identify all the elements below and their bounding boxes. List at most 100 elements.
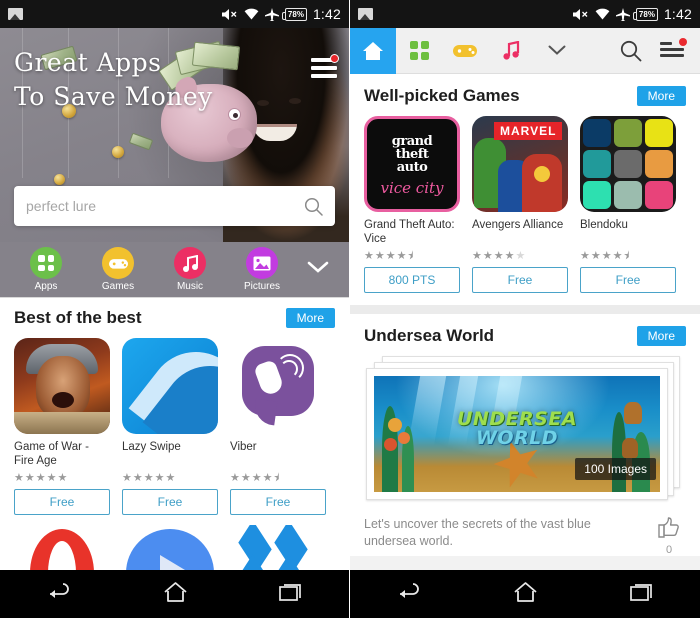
category-pictures[interactable]: Pictures bbox=[226, 247, 298, 292]
app-card-lazy-swipe[interactable]: Lazy Swipe ★★★★★ Free bbox=[122, 338, 218, 515]
blendoku-cell bbox=[645, 181, 673, 209]
category-music[interactable]: Music bbox=[154, 247, 226, 292]
volume-mute-icon bbox=[221, 8, 237, 20]
recent-apps-icon[interactable] bbox=[630, 582, 654, 607]
home-icon[interactable] bbox=[163, 581, 188, 608]
grid-apps-icon bbox=[30, 247, 62, 279]
section-header: Undersea World More bbox=[364, 326, 686, 346]
game-card-avengers[interactable]: MARVEL Avengers Alliance ★★★★★ Free bbox=[472, 116, 568, 293]
section-title: Well-picked Games bbox=[364, 86, 520, 105]
dual-screenshot-container: 78% 1:42 Great Apps To Save Money perfec… bbox=[0, 0, 700, 618]
section-header: Well-picked Games More bbox=[364, 86, 686, 106]
game-of-war-icon bbox=[14, 338, 110, 434]
install-button[interactable]: Free bbox=[230, 489, 326, 515]
app-card-viber[interactable]: Viber ★★★★⯨ Free bbox=[230, 338, 326, 515]
rating-stars: ★★★★⯨ bbox=[364, 250, 415, 262]
music-note-icon bbox=[174, 247, 206, 279]
back-arrow-icon[interactable] bbox=[396, 582, 422, 607]
install-button[interactable]: 800 PTS bbox=[364, 267, 460, 293]
search-icon bbox=[620, 40, 642, 61]
install-button[interactable]: Free bbox=[122, 489, 218, 515]
home-icon bbox=[363, 41, 383, 60]
back-arrow-icon[interactable] bbox=[46, 582, 72, 607]
category-strip: Apps Games Music Pictures bbox=[0, 242, 349, 298]
rating-stars: ★★★★⯨ bbox=[580, 250, 631, 262]
chevron-down-icon[interactable] bbox=[307, 261, 329, 279]
hamburger-menu-icon[interactable] bbox=[311, 54, 339, 78]
game-name: Avengers Alliance bbox=[472, 219, 564, 231]
section-header: Best of the best More bbox=[14, 308, 335, 328]
category-apps[interactable]: Apps bbox=[10, 247, 82, 292]
gamepad-icon bbox=[102, 247, 134, 279]
status-bar-system-icons: 78% 1:42 bbox=[221, 6, 341, 22]
section-title: Undersea World bbox=[364, 326, 495, 345]
search-icon[interactable] bbox=[304, 197, 323, 216]
status-bar-notifications bbox=[8, 8, 23, 20]
install-button[interactable]: Free bbox=[472, 267, 568, 293]
avengers-alliance-icon: MARVEL bbox=[472, 116, 568, 212]
undersea-title-line2: WORLD bbox=[475, 427, 559, 449]
left-phone-screen: 78% 1:42 Great Apps To Save Money perfec… bbox=[0, 0, 350, 618]
music-note-icon bbox=[502, 41, 519, 60]
game-name: Grand Theft Auto: Vice bbox=[364, 219, 455, 245]
search-bar[interactable] bbox=[14, 186, 335, 226]
viber-icon bbox=[230, 338, 326, 434]
wifi-icon bbox=[244, 8, 259, 20]
app-name: Viber bbox=[230, 441, 257, 453]
game-card-blendoku[interactable]: Blendoku ★★★★⯨ Free bbox=[580, 116, 676, 293]
notification-dot bbox=[679, 37, 687, 46]
tab-music[interactable] bbox=[488, 28, 534, 74]
undersea-world-section: Undersea World More UNDERSEA WORLD 100 I… bbox=[350, 314, 700, 506]
hamburger-menu-icon[interactable] bbox=[660, 37, 687, 60]
undersea-description: Let's uncover the secrets of the vast bl… bbox=[364, 517, 591, 548]
like-count: 0 bbox=[665, 544, 673, 556]
more-button[interactable]: More bbox=[285, 308, 335, 328]
rating-stars: ★★★★★ bbox=[14, 472, 69, 484]
well-picked-games-section: Well-picked Games More grand theft auto … bbox=[350, 74, 700, 305]
app-card-game-of-war[interactable]: Game of War - Fire Age ★★★★★ Free bbox=[14, 338, 110, 515]
grid-apps-icon bbox=[409, 41, 429, 60]
banner-title-line1: Great Apps bbox=[14, 48, 162, 77]
coin-decoration bbox=[54, 174, 65, 185]
more-button[interactable]: More bbox=[636, 326, 686, 346]
blendoku-cell bbox=[583, 150, 611, 178]
blendoku-cell bbox=[645, 119, 673, 147]
category-label: Apps bbox=[34, 281, 58, 292]
clock: 1:42 bbox=[663, 6, 692, 22]
search-button[interactable] bbox=[608, 28, 654, 74]
undersea-image-title: UNDERSEA WORLD bbox=[374, 410, 660, 448]
tab-games[interactable] bbox=[442, 28, 488, 74]
install-button[interactable]: Free bbox=[14, 489, 110, 515]
like-button[interactable]: 0 bbox=[652, 516, 686, 556]
category-label: Games bbox=[101, 281, 135, 292]
install-button[interactable]: Free bbox=[580, 267, 676, 293]
category-games[interactable]: Games bbox=[82, 247, 154, 292]
undersea-footer: Let's uncover the secrets of the vast bl… bbox=[350, 506, 700, 556]
tab-more[interactable] bbox=[534, 28, 580, 74]
coin-decoration bbox=[112, 146, 124, 158]
lazy-swipe-icon bbox=[122, 338, 218, 434]
more-button[interactable]: More bbox=[636, 86, 686, 106]
app-row: Game of War - Fire Age ★★★★★ Free Lazy S… bbox=[14, 338, 335, 515]
volume-mute-icon bbox=[572, 8, 588, 20]
tab-home[interactable] bbox=[350, 27, 396, 74]
recent-apps-icon[interactable] bbox=[279, 582, 303, 607]
right-phone-screen: 78% 1:42 Well-picked Games More grand th… bbox=[350, 0, 700, 618]
notification-dot bbox=[330, 54, 339, 63]
promo-banner[interactable]: Great Apps To Save Money bbox=[0, 28, 349, 242]
search-input[interactable] bbox=[26, 198, 304, 214]
tab-apps[interactable] bbox=[396, 28, 442, 74]
blendoku-cell bbox=[583, 119, 611, 147]
game-row: grand theft auto vice city Grand Theft A… bbox=[364, 116, 686, 293]
gta-art-sub: vice city bbox=[380, 179, 444, 197]
undersea-image-stack[interactable]: UNDERSEA WORLD 100 Images bbox=[364, 356, 686, 506]
airplane-mode-icon bbox=[264, 7, 279, 21]
undersea-photo[interactable]: UNDERSEA WORLD 100 Images bbox=[374, 376, 660, 492]
game-name: Blendoku bbox=[580, 219, 628, 231]
section-divider bbox=[350, 305, 700, 314]
rating-stars: ★★★★★ bbox=[472, 250, 527, 262]
home-icon[interactable] bbox=[513, 581, 538, 608]
game-card-gta[interactable]: grand theft auto vice city Grand Theft A… bbox=[364, 116, 460, 293]
app-name: Lazy Swipe bbox=[122, 441, 181, 453]
status-bar-right: 78% 1:42 bbox=[350, 0, 700, 28]
